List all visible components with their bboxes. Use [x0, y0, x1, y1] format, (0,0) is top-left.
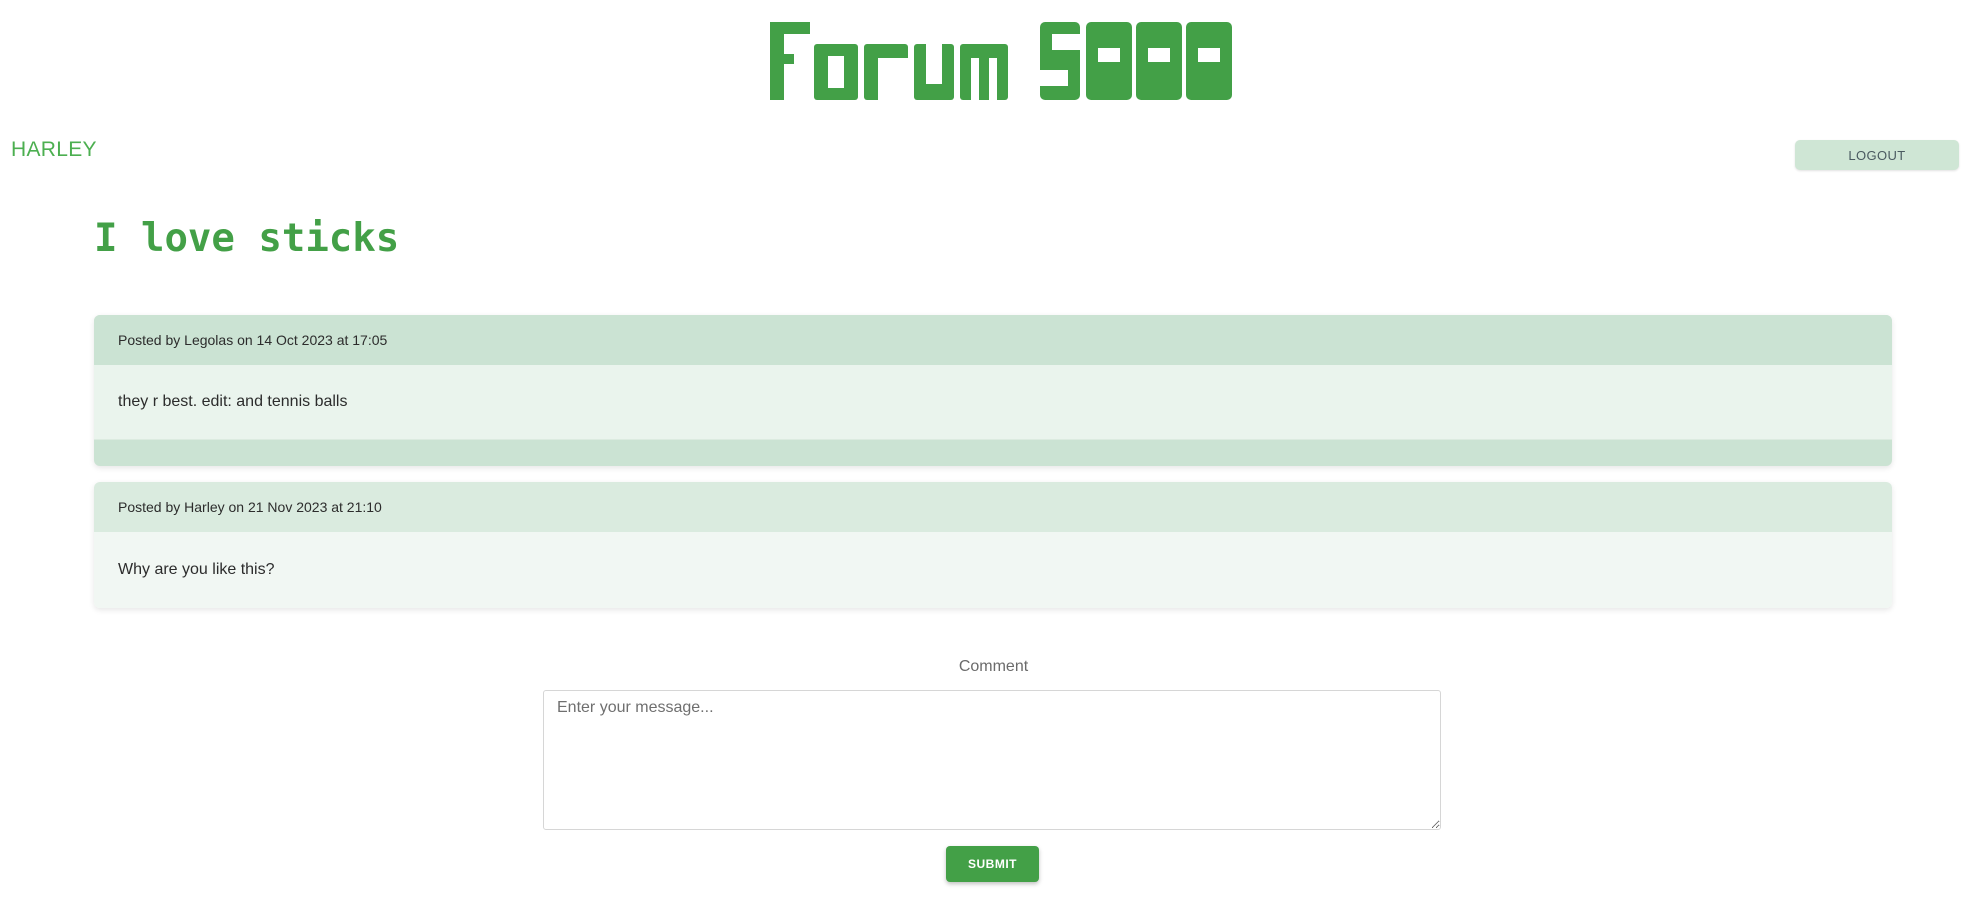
submit-button[interactable]: SUBMIT: [946, 846, 1039, 882]
post-meta: Posted by Legolas on 14 Oct 2023 at 17:0…: [94, 315, 1892, 365]
comment-input[interactable]: [543, 690, 1441, 830]
post-meta: Posted by Harley on 21 Nov 2023 at 21:10: [94, 482, 1892, 532]
post-body: Why are you like this?: [94, 532, 1892, 608]
post-card: Posted by Harley on 21 Nov 2023 at 21:10…: [94, 482, 1892, 608]
current-username: HARLEY: [11, 138, 97, 161]
logout-button[interactable]: LOGOUT: [1795, 140, 1959, 170]
thread-title: I love sticks: [94, 216, 400, 261]
comment-label: Comment: [958, 658, 1029, 675]
site-logo: [756, 22, 1232, 104]
post-card: Posted by Legolas on 14 Oct 2023 at 17:0…: [94, 315, 1892, 466]
post-body: they r best. edit: and tennis balls: [94, 365, 1892, 440]
